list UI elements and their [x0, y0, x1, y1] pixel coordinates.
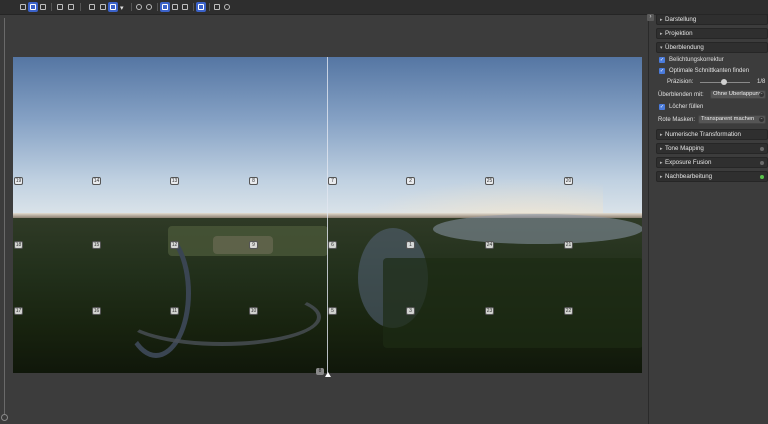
- section-nachbearbeitung[interactable]: ▸ Nachbearbeitung: [656, 171, 768, 182]
- mouse-icon[interactable]: [98, 2, 108, 12]
- rote-masken-label: Rote Masken:: [658, 117, 696, 123]
- section-numerische-transformation[interactable]: ▸ Numerische Transformation: [656, 129, 768, 140]
- chevron-right-icon: ▸: [660, 160, 663, 166]
- chevron-right-icon: ▸: [660, 132, 663, 138]
- control-point-25[interactable]: 25: [485, 177, 494, 185]
- loecher-label: Löcher füllen: [669, 104, 704, 110]
- control-point-22[interactable]: 22: [564, 307, 573, 315]
- rectangle-icon[interactable]: [87, 2, 97, 12]
- control-point-9[interactable]: 9: [249, 241, 258, 249]
- praezision-label: Präzision:: [667, 79, 694, 85]
- control-point-12[interactable]: 12: [170, 241, 179, 249]
- ueberblenden-label: Überblenden mit:: [658, 92, 704, 98]
- chevron-right-icon: ▸: [660, 174, 663, 180]
- rote-masken-select[interactable]: Transparent machen ⌃: [698, 115, 766, 124]
- toolbar: ▾: [0, 0, 768, 15]
- half-icon[interactable]: [170, 2, 180, 12]
- schnittkanten-checkbox[interactable]: ✓: [659, 68, 665, 74]
- layout-icon[interactable]: [196, 2, 206, 12]
- control-point-24[interactable]: 24: [485, 241, 494, 249]
- control-point-15[interactable]: 15: [92, 241, 101, 249]
- frame-icon[interactable]: [160, 2, 170, 12]
- eye-icon[interactable]: [144, 2, 154, 12]
- select-images-icon[interactable]: [28, 2, 38, 12]
- status-dot-active-icon: [760, 175, 764, 179]
- schnittkanten-label: Optimale Schnittkanten finden: [669, 68, 750, 74]
- control-point-21[interactable]: 21: [564, 241, 573, 249]
- chevron-down-icon: ▾: [660, 45, 663, 51]
- control-point-5[interactable]: 5: [328, 307, 337, 315]
- control-point-23[interactable]: 23: [485, 307, 494, 315]
- control-point-8[interactable]: 8: [249, 177, 258, 185]
- split-icon[interactable]: [180, 2, 190, 12]
- loecher-checkbox[interactable]: ✓: [659, 104, 665, 110]
- control-point-14[interactable]: 14: [92, 177, 101, 185]
- center-line[interactable]: [327, 57, 328, 373]
- control-point-18[interactable]: 18: [14, 241, 23, 249]
- search-icon[interactable]: [134, 2, 144, 12]
- center-arrow-icon[interactable]: [325, 372, 331, 377]
- side-panel: [648, 15, 768, 424]
- praezision-slider-knob[interactable]: [721, 79, 727, 85]
- center-handle[interactable]: 8: [316, 368, 324, 375]
- select-caret-icon: ⌃: [759, 92, 764, 97]
- status-dot-icon: [760, 161, 764, 165]
- control-point-16[interactable]: 16: [92, 307, 101, 315]
- control-point-17[interactable]: 17: [14, 307, 23, 315]
- control-point-11[interactable]: 11: [170, 307, 179, 315]
- control-point-10[interactable]: 10: [249, 307, 258, 315]
- overlap-images-icon[interactable]: [18, 2, 28, 12]
- scroll-knob[interactable]: [1, 414, 8, 421]
- move-icon[interactable]: [38, 2, 48, 12]
- chevron-right-icon: ▸: [660, 31, 663, 37]
- section-darstellung[interactable]: ▸ Darstellung: [656, 14, 768, 25]
- crosshair-icon[interactable]: [66, 2, 76, 12]
- zoom-fit-icon[interactable]: [108, 2, 118, 12]
- control-point-20[interactable]: 20: [564, 177, 573, 185]
- control-point-1[interactable]: 1: [406, 241, 415, 249]
- control-point-19[interactable]: 19: [14, 177, 23, 185]
- select-caret-icon: ⌃: [759, 117, 764, 122]
- belichtung-label: Belichtungskorrektur: [669, 57, 724, 63]
- section-ueberblendung[interactable]: ▾ Überblendung: [656, 42, 768, 53]
- section-exposure-fusion[interactable]: ▸ Exposure Fusion: [656, 157, 768, 168]
- circle-icon[interactable]: [222, 2, 232, 12]
- control-point-13[interactable]: 13: [170, 177, 179, 185]
- praezision-value: 1/8: [757, 79, 766, 85]
- chevron-right-icon: ▸: [660, 146, 663, 152]
- control-point-2[interactable]: 2: [406, 177, 415, 185]
- chevron-right-icon: ▸: [660, 17, 663, 23]
- status-dot-icon: [760, 147, 764, 151]
- section-tone-mapping[interactable]: ▸ Tone Mapping: [656, 143, 768, 154]
- panel-toggle-icon[interactable]: ›: [647, 14, 654, 21]
- layers-icon[interactable]: [212, 2, 222, 12]
- ueberblenden-select[interactable]: Ohne Überlappung ⌃: [710, 90, 766, 99]
- crop-icon[interactable]: [55, 2, 65, 12]
- dropdown-icon[interactable]: ▾: [118, 2, 128, 12]
- control-point-6[interactable]: 6: [328, 241, 337, 249]
- control-point-3[interactable]: 3: [406, 307, 415, 315]
- belichtung-checkbox[interactable]: ✓: [659, 57, 665, 63]
- control-point-7[interactable]: 7: [328, 177, 337, 185]
- section-projektion[interactable]: ▸ Projektion: [656, 28, 768, 39]
- vertical-scrollbar[interactable]: [4, 18, 5, 418]
